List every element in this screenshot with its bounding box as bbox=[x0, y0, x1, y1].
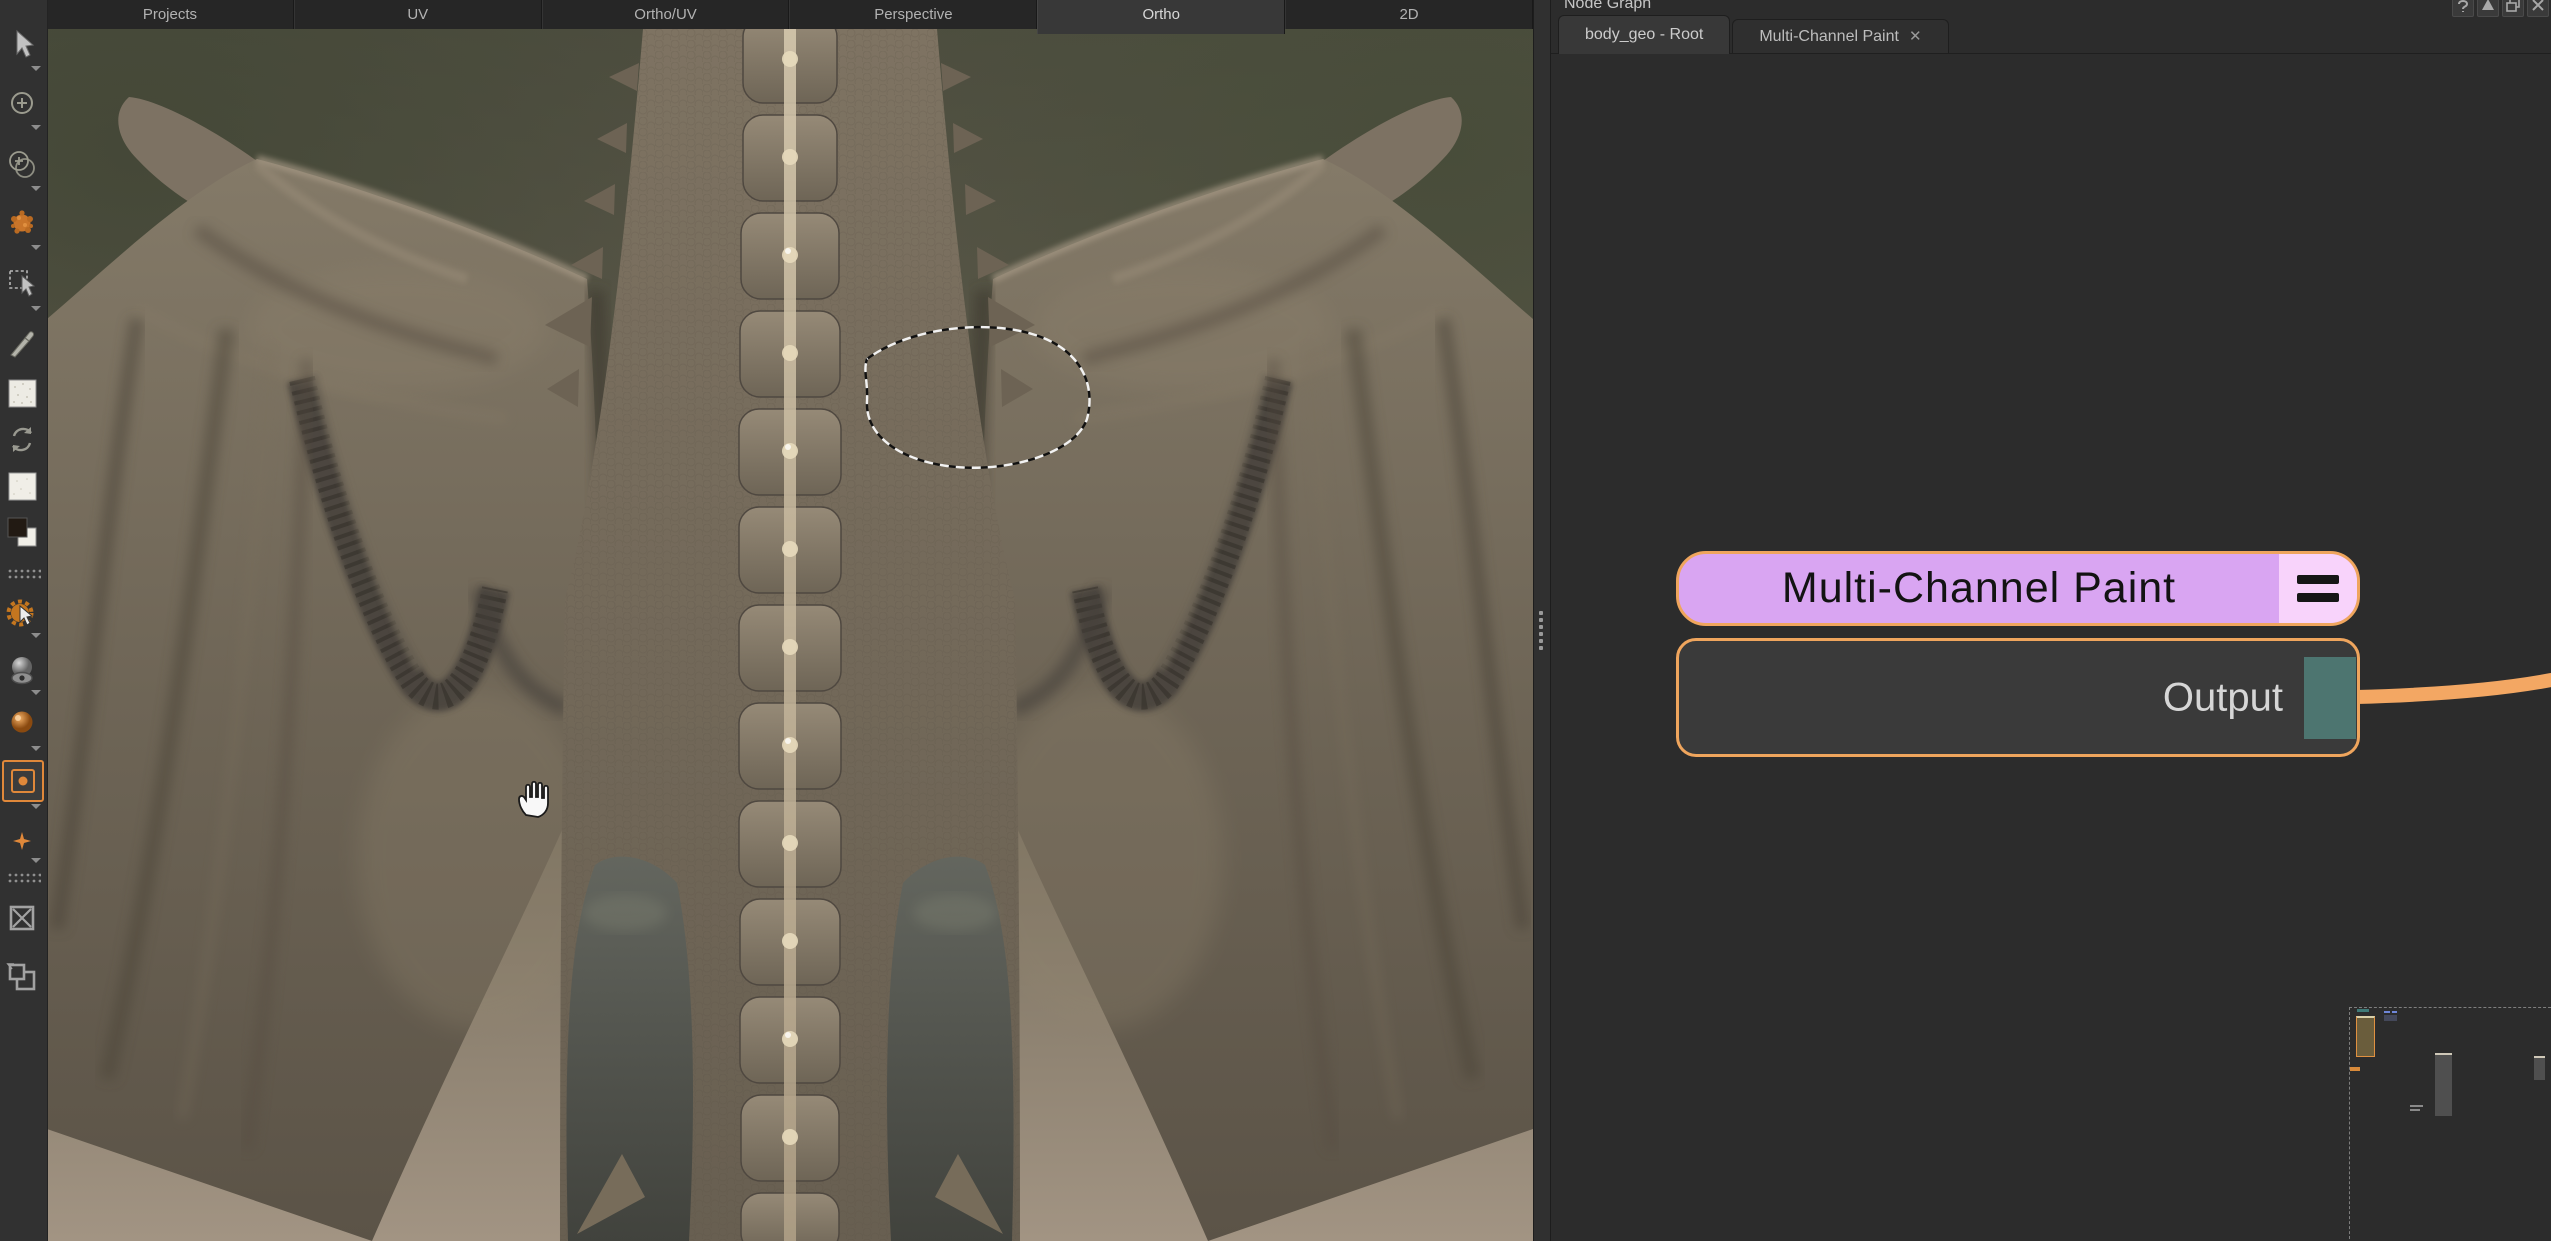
circles-plus-icon bbox=[5, 148, 39, 182]
minimap-gray-node bbox=[2435, 1053, 2452, 1116]
paint-splat-icon bbox=[5, 206, 39, 240]
x-box-icon bbox=[5, 901, 39, 935]
dragon-spine-ridge bbox=[784, 29, 796, 1241]
clear-paint-button[interactable] bbox=[3, 899, 41, 937]
gear-cursor-icon bbox=[5, 597, 39, 631]
output-port-label: Output bbox=[2163, 675, 2283, 720]
panel-help-icon[interactable] bbox=[2452, 0, 2474, 17]
node-graph-canvas[interactable]: Multi-Channel Paint Output bbox=[1550, 54, 2551, 1241]
mari-window: Projects UV Ortho/UV Perspective Ortho 2… bbox=[0, 0, 2551, 1241]
tool-flyout-caret[interactable] bbox=[31, 858, 41, 863]
lighting-mode-button[interactable] bbox=[3, 652, 41, 690]
tab-label: Multi-Channel Paint bbox=[1759, 28, 1899, 45]
tool-flyout-caret[interactable] bbox=[31, 690, 41, 695]
orange-sphere-icon bbox=[5, 705, 39, 739]
tab-ortho[interactable]: Ortho bbox=[1037, 0, 1285, 34]
foreground-color-swatch[interactable] bbox=[3, 467, 41, 505]
shading-mode-button[interactable] bbox=[3, 703, 41, 741]
select-arrow-icon bbox=[5, 27, 39, 61]
marquee-arrow-icon bbox=[5, 265, 39, 299]
panel-float-icon[interactable] bbox=[2502, 0, 2524, 17]
hamburger-icon bbox=[2297, 575, 2339, 584]
paint-target-tool-selected[interactable] bbox=[2, 760, 44, 802]
output-wire[interactable] bbox=[2356, 680, 2551, 697]
projection-button[interactable] bbox=[3, 958, 41, 996]
minimap-blue-dash bbox=[2392, 1011, 2397, 1013]
paint-buffer-swatch[interactable] bbox=[3, 374, 41, 412]
node-menu-button[interactable] bbox=[2279, 554, 2357, 623]
white-swatch-icon bbox=[5, 469, 39, 503]
tool-flyout-caret[interactable] bbox=[31, 306, 41, 311]
tab-uv[interactable]: UV bbox=[294, 0, 542, 29]
tool-flyout-caret[interactable] bbox=[31, 66, 41, 71]
circle-plus-icon bbox=[5, 86, 39, 120]
dragon-model-render bbox=[47, 29, 1533, 1241]
dotted-swatch-icon bbox=[5, 376, 39, 410]
sparkle-icon bbox=[5, 824, 39, 858]
minimap-orange-node bbox=[2356, 1016, 2375, 1057]
tab-perspective[interactable]: Perspective bbox=[789, 0, 1037, 29]
panel-title: Node Graph bbox=[1564, 0, 1651, 13]
viewport-3d[interactable] bbox=[47, 29, 1533, 1241]
viewport-tabbar: Projects UV Ortho/UV Perspective Ortho 2… bbox=[47, 0, 1533, 29]
tool-flyout-caret[interactable] bbox=[31, 746, 41, 751]
minimap-gray-dash bbox=[2410, 1105, 2423, 1107]
black-white-swatch-icon bbox=[5, 515, 39, 549]
panel-splitter[interactable] bbox=[1533, 0, 1551, 1241]
minimap-orange-dash bbox=[2350, 1067, 2360, 1071]
tool-flyout-caret[interactable] bbox=[31, 804, 41, 809]
left-toolbar bbox=[0, 0, 48, 1241]
marquee-transform-tool[interactable] bbox=[3, 263, 41, 301]
tool-flyout-caret[interactable] bbox=[31, 245, 41, 250]
tab-multi-channel-paint[interactable]: Multi-Channel Paint ✕ bbox=[1732, 19, 1948, 54]
tab-projects[interactable]: Projects bbox=[47, 0, 294, 29]
node-body[interactable]: Output bbox=[1676, 638, 2360, 757]
sphere-eye-icon bbox=[5, 654, 39, 688]
node-graph-minimap[interactable] bbox=[2349, 1007, 2551, 1241]
minimap-blue-dash bbox=[2384, 1011, 2390, 1013]
multi-channel-paint-node[interactable]: Multi-Channel Paint Output bbox=[1676, 551, 2360, 757]
knife-icon bbox=[5, 326, 39, 360]
minimap-gray-dash bbox=[2410, 1109, 2420, 1111]
minimap-teal-dash bbox=[2357, 1009, 2369, 1012]
add-button[interactable] bbox=[3, 822, 41, 860]
clone-stamp-tool[interactable] bbox=[3, 146, 41, 184]
panel-close-icon[interactable] bbox=[2527, 0, 2549, 17]
tab-ortho-uv[interactable]: Ortho/UV bbox=[542, 0, 790, 29]
splitter-grip-dots bbox=[1539, 608, 1543, 653]
hamburger-icon bbox=[2297, 593, 2339, 602]
swap-arrows-icon bbox=[5, 422, 39, 456]
zoom-add-tool[interactable] bbox=[3, 84, 41, 122]
transform-paint-tool[interactable] bbox=[3, 595, 41, 633]
tab-2d[interactable]: 2D bbox=[1285, 0, 1533, 29]
node-title: Multi-Channel Paint bbox=[1679, 554, 2279, 623]
swap-colors-button[interactable] bbox=[3, 420, 41, 458]
paint-target-icon bbox=[6, 764, 40, 798]
background-color-swatch[interactable] bbox=[3, 513, 41, 551]
tab-body-geo-root[interactable]: body_geo - Root bbox=[1558, 15, 1730, 54]
slice-tool[interactable] bbox=[3, 324, 41, 362]
tool-flyout-caret[interactable] bbox=[31, 633, 41, 638]
tab-close-icon[interactable]: ✕ bbox=[1909, 28, 1922, 45]
panel-pin-icon[interactable] bbox=[2477, 0, 2499, 17]
minimap-blue-node bbox=[2384, 1015, 2397, 1021]
node-header[interactable]: Multi-Channel Paint bbox=[1676, 551, 2360, 626]
node-graph-tabbar: body_geo - Root Multi-Channel Paint ✕ bbox=[1558, 14, 1949, 54]
toolbar-separator-dots bbox=[7, 568, 41, 580]
tool-flyout-caret[interactable] bbox=[31, 125, 41, 130]
tool-flyout-caret[interactable] bbox=[31, 186, 41, 191]
output-port[interactable] bbox=[2304, 657, 2356, 739]
minimap-gray-node-small bbox=[2534, 1056, 2545, 1080]
paint-brush-tool[interactable] bbox=[3, 204, 41, 242]
overlap-squares-icon bbox=[5, 960, 39, 994]
node-graph-panel: Node Graph body_geo - Root Multi-Channel… bbox=[1550, 0, 2551, 1241]
toolbar-separator-dots bbox=[7, 872, 41, 884]
panel-header-icons bbox=[2452, 0, 2549, 17]
select-cursor-tool[interactable] bbox=[3, 25, 41, 63]
